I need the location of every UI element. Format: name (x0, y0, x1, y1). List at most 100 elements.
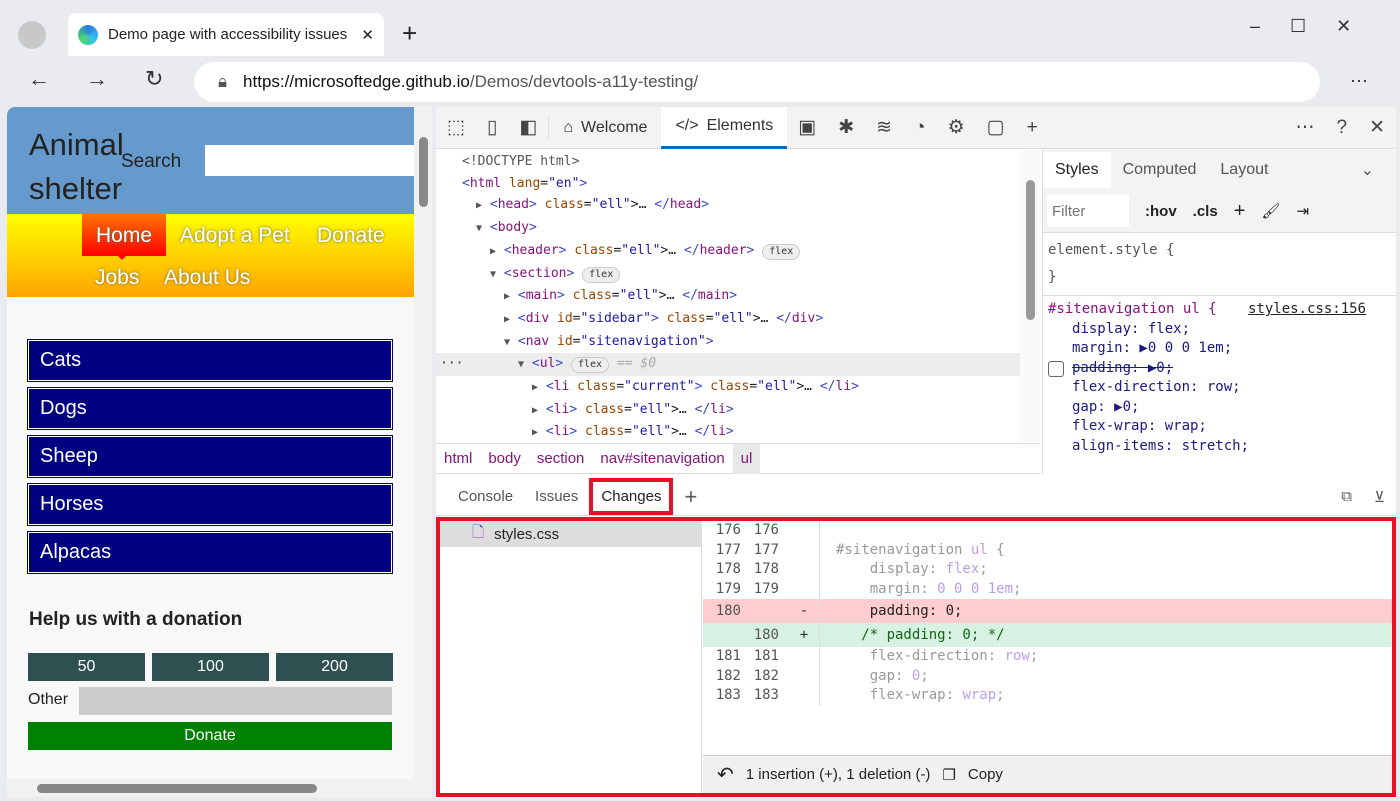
tab-welcome[interactable]: ⌂ Welcome (549, 107, 661, 149)
css-property[interactable]: flex-direction: row; (1072, 378, 1391, 398)
network-icon[interactable]: ≋ (865, 116, 903, 139)
expand-arrow-icon[interactable]: ▼ (476, 223, 482, 234)
expand-arrow-icon[interactable]: ▶ (532, 405, 538, 416)
horizontal-scrollbar[interactable] (7, 779, 414, 797)
breadcrumb-item[interactable]: nav#sitenavigation (592, 444, 732, 474)
copy-button[interactable]: Copy (968, 766, 1003, 783)
console-icon[interactable]: ▣ (787, 116, 827, 139)
profile-avatar[interactable] (18, 21, 46, 49)
expand-arrow-icon[interactable]: ▶ (504, 314, 510, 325)
node-actions-icon[interactable]: ··· (440, 353, 463, 375)
dom-node[interactable]: ▼ <body> (436, 217, 1020, 240)
search-input[interactable] (205, 145, 414, 176)
nav-adopt[interactable]: Adopt a Pet (180, 224, 290, 248)
tab-layout[interactable]: Layout (1208, 161, 1280, 179)
expand-arrow-icon[interactable]: ▶ (532, 382, 538, 393)
amount-button[interactable]: 200 (276, 653, 393, 681)
dom-node[interactable]: ▶ <li class="current"> class="ell">… </l… (436, 376, 1020, 399)
new-tab-button[interactable]: + (402, 18, 417, 49)
animal-link[interactable]: Sheep (27, 435, 393, 478)
expand-arrow-icon[interactable]: ▼ (504, 337, 510, 348)
dom-node[interactable]: ▶ <header> class="ell">… </header> flex (436, 240, 1020, 263)
other-amount-input[interactable] (79, 687, 392, 715)
window-controls[interactable]: –☐✕ (1250, 16, 1381, 37)
page-scrollbar[interactable] (414, 107, 432, 797)
breadcrumb-item[interactable]: section (529, 444, 593, 474)
chevron-down-icon[interactable]: ⌄ (1339, 160, 1396, 180)
dom-node[interactable]: ▶ <li> class="ell">… </li> (436, 421, 1020, 442)
nav-donate[interactable]: Donate (317, 224, 385, 248)
add-tab-icon[interactable]: + (673, 484, 708, 510)
inspect-icon[interactable]: ⬚ (436, 116, 476, 139)
close-drawer-icon[interactable]: ⊻ (1363, 488, 1396, 506)
animal-link[interactable]: Dogs (27, 387, 393, 430)
css-property[interactable]: flex-wrap: wrap; (1072, 417, 1391, 437)
settings-menu-button[interactable]: ··· (1350, 70, 1368, 91)
css-property[interactable]: align-items: stretch; (1072, 437, 1391, 457)
expand-arrow-icon[interactable]: ▶ (532, 427, 538, 438)
expand-arrow-icon[interactable]: ▶ (490, 246, 496, 257)
css-property[interactable]: gap: ▶0; (1072, 398, 1391, 418)
expand-arrow-icon[interactable]: ▶ (476, 200, 482, 211)
dom-node[interactable]: ▼ <section> flex (436, 263, 1020, 286)
close-devtools-icon[interactable]: ✕ (1358, 116, 1396, 139)
css-property[interactable]: display: flex; (1072, 320, 1391, 340)
flex-badge[interactable]: flex (582, 266, 621, 283)
amount-button[interactable]: 50 (28, 653, 145, 681)
breadcrumb-item[interactable]: html (436, 444, 480, 474)
performance-icon[interactable]: ◔ (903, 117, 936, 139)
tab-computed[interactable]: Computed (1111, 161, 1209, 179)
rule-source-link[interactable]: styles.css:156 (1248, 300, 1366, 320)
refresh-button[interactable]: ↻ (145, 66, 163, 92)
css-property[interactable]: margin: ▶0 0 0 1em; (1072, 339, 1391, 359)
hov-button[interactable]: :hov (1145, 203, 1177, 220)
dom-node[interactable]: ▶ <head> class="ell">… </head> (436, 194, 1020, 217)
more-options-icon[interactable]: ⋯ (1285, 116, 1326, 139)
dom-tree-scrollbar[interactable] (1020, 150, 1040, 442)
property-checkbox[interactable] (1048, 360, 1064, 377)
file-item[interactable]: 🗋︎ styles.css (440, 521, 701, 547)
animal-link[interactable]: Horses (27, 483, 393, 526)
bug-icon[interactable]: ✱ (827, 116, 865, 139)
dock-drawer-icon[interactable]: ⧉ (1330, 488, 1363, 505)
flex-badge[interactable]: flex (762, 243, 801, 260)
tab-elements[interactable]: </> Elements (661, 106, 788, 149)
dom-node[interactable]: ▼ <nav id="sitenavigation"> (436, 331, 1020, 354)
dom-node[interactable]: ··· ▼ <ul> flex == $0 (436, 353, 1020, 377)
copy-icon[interactable]: ❐ (942, 766, 955, 784)
expand-arrow-icon[interactable]: ▼ (490, 269, 496, 280)
expand-arrow-icon[interactable]: ▶ (504, 291, 510, 302)
dom-node[interactable]: <html lang="en"> (436, 173, 1020, 195)
forward-button[interactable]: → (86, 66, 108, 92)
cls-button[interactable]: .cls (1193, 203, 1218, 220)
toggle-sidebar-icon[interactable]: ⇥ (1296, 202, 1309, 220)
expand-arrow-icon[interactable]: ▼ (518, 359, 524, 370)
device-emulation-icon[interactable]: ▯ (476, 116, 508, 139)
dock-icon[interactable]: ◧ (508, 116, 550, 139)
amount-button[interactable]: 100 (152, 653, 269, 681)
tab-styles[interactable]: Styles (1043, 152, 1111, 188)
back-button[interactable]: ← (28, 66, 50, 92)
nav-jobs[interactable]: Jobs (95, 266, 139, 290)
memory-icon[interactable]: ⚙ (937, 116, 976, 139)
tab-issues[interactable]: Issues (524, 488, 589, 505)
dom-node[interactable]: ▶ <main> class="ell">… </main> (436, 285, 1020, 308)
styles-filter-input[interactable] (1047, 195, 1129, 227)
more-tools-icon[interactable]: + (1016, 117, 1049, 139)
revert-icon[interactable]: ↶ (717, 762, 734, 787)
tab-console[interactable]: Console (436, 488, 524, 505)
paint-brush-icon[interactable]: 🖌︎ (1261, 202, 1280, 220)
breadcrumb-item[interactable]: body (480, 444, 529, 474)
nav-about[interactable]: About Us (164, 266, 250, 290)
animal-link[interactable]: Alpacas (27, 531, 393, 574)
breadcrumb-item[interactable]: ul (732, 443, 761, 474)
dom-node[interactable]: <!DOCTYPE html> (436, 151, 1020, 173)
donate-button[interactable]: Donate (28, 722, 392, 750)
close-tab-icon[interactable]: ✕ (361, 26, 374, 44)
nav-home[interactable]: Home (82, 214, 166, 260)
help-icon[interactable]: ? (1326, 117, 1359, 139)
css-property[interactable]: padding: ▶0; (1048, 359, 1391, 379)
dom-node[interactable]: ▶ <li> class="ell">… </li> (436, 399, 1020, 422)
dom-node[interactable]: ▶ <div id="sidebar"> class="ell">… </div… (436, 308, 1020, 331)
application-icon[interactable]: ▢ (976, 116, 1016, 139)
